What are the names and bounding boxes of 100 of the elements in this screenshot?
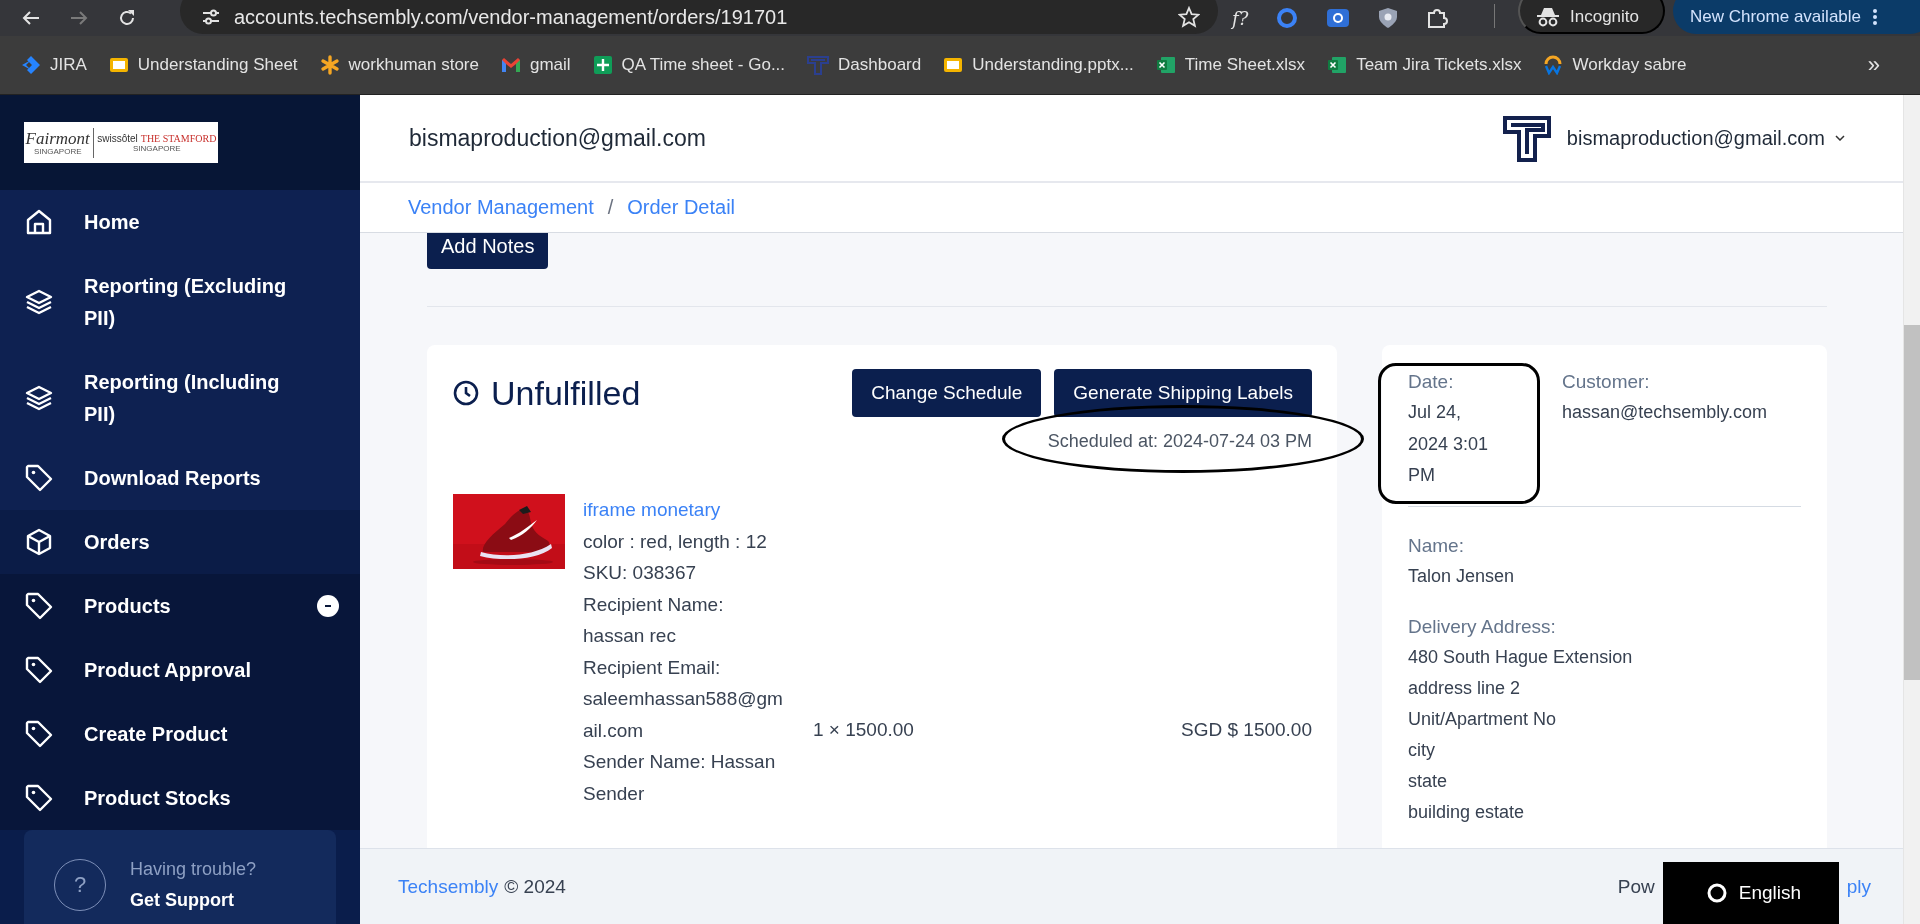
bookmark[interactable]: Understanding Sheet <box>108 55 298 75</box>
nav-item[interactable]: Product Stocks <box>0 766 360 830</box>
schedule-text: Scheduled at: 2024-07-24 03 PM <box>1047 431 1312 451</box>
field-value: Jul 24, 2024 3:01 PM <box>1408 401 1490 487</box>
address-line: address line 2 <box>1408 676 1522 700</box>
incognito-button[interactable]: Incognito <box>1518 0 1665 34</box>
spreadsheet-icon <box>1327 55 1348 75</box>
document-icon <box>108 55 129 75</box>
scrollbar[interactable] <box>1904 325 1920 680</box>
page-title: bismaproduction@gmail.com <box>409 124 707 152</box>
cube-icon <box>24 527 54 557</box>
address-line: Unit/Apartment No <box>1408 707 1558 731</box>
action-button[interactable]: Generate Shipping Labels <box>1054 369 1312 417</box>
product-detail: Recipient Email: saleemhassan588@gmail.com <box>583 655 783 743</box>
line-total: SGD $ 1500.00 <box>1181 718 1312 742</box>
document-icon <box>943 55 964 75</box>
tag-icon <box>24 463 54 493</box>
address-line: building estate <box>1408 800 1526 824</box>
bookmark[interactable]: gmail <box>500 55 571 75</box>
powered-by-text: Pow <box>1617 875 1655 898</box>
back-arrow-icon[interactable] <box>22 9 40 27</box>
reload-icon[interactable] <box>118 9 136 27</box>
product-detail: Sender Name: Hassan Sender <box>583 750 777 806</box>
extension-button[interactable]: f? <box>1232 7 1249 29</box>
arc-icon <box>1543 55 1564 75</box>
spreadsheet-icon <box>1155 55 1176 75</box>
logo-icon <box>807 55 830 75</box>
layers-icon <box>24 287 54 317</box>
nav-item[interactable]: Download Reports <box>0 446 360 510</box>
star-icon[interactable] <box>1178 6 1200 28</box>
field-label: Date: <box>1408 371 1455 393</box>
field-value: Talon Jensen <box>1408 564 1516 588</box>
tag-icon <box>24 591 54 621</box>
incognito-icon <box>1536 7 1560 27</box>
brand-name: THE STAMFORD <box>140 132 217 144</box>
breadcrumb-link[interactable]: Vendor Management <box>408 196 594 219</box>
support-link[interactable]: Get Support <box>130 890 257 911</box>
camera-icon[interactable] <box>1326 7 1351 29</box>
user-menu[interactable]: bismaproduction@gmail.com <box>1566 126 1845 150</box>
product-detail: color : red, length : 12 <box>583 529 768 554</box>
product-link[interactable]: iframe monetary <box>583 494 783 526</box>
action-button[interactable]: Change Schedule <box>852 369 1042 417</box>
status-heading: Unfulfilled <box>491 373 641 413</box>
clock-icon <box>453 380 479 406</box>
breadcrumb-separator: / <box>607 196 614 219</box>
quantity-text: 1 × 1500.00 <box>813 718 915 742</box>
bookmark[interactable]: Workday sabre <box>1543 55 1687 75</box>
address-line: 480 South Hague Extension <box>1408 645 1634 669</box>
field-label: Delivery Address: <box>1408 615 1557 638</box>
address-bar[interactable]: accounts.techsembly.com/vendor-management/orders/191701 <box>180 0 1218 34</box>
breadcrumb-link[interactable]: Order Detail <box>627 196 736 219</box>
tag-icon <box>24 783 54 813</box>
language-button[interactable]: English <box>1662 862 1839 924</box>
layers-icon <box>24 383 54 413</box>
nav-item[interactable]: Create Product <box>0 702 360 766</box>
more-bookmarks-button[interactable]: » <box>1861 51 1886 79</box>
update-button[interactable]: New Chrome available <box>1673 0 1920 34</box>
address-line: city <box>1408 738 1436 762</box>
brand-location: SINGAPORE <box>133 143 181 153</box>
bookmark[interactable]: Dashboard <box>807 55 922 75</box>
home-icon <box>24 207 54 237</box>
collapse-icon[interactable] <box>317 595 339 617</box>
ring-icon[interactable] <box>1276 7 1299 29</box>
bookmark[interactable]: QA Time sheet - Go... <box>592 55 786 75</box>
add-notes-button[interactable]: Add Notes <box>427 233 549 269</box>
spreadsheet-icon <box>592 55 613 75</box>
brand-name: swissôtel <box>97 132 138 144</box>
puzzle-icon[interactable] <box>1426 7 1449 29</box>
field-label: Customer: <box>1562 371 1651 393</box>
nav-item[interactable]: Product Approval <box>0 638 360 702</box>
nav-item[interactable]: Home <box>0 190 360 254</box>
asterisk-icon <box>319 55 340 75</box>
nav-item[interactable]: Reporting (Including PII) <box>0 350 360 446</box>
bookmark[interactable]: Time Sheet.xlsx <box>1155 55 1306 75</box>
mail-icon <box>500 57 521 73</box>
address-line: state <box>1408 769 1449 793</box>
bookmark[interactable]: workhuman store <box>319 55 479 75</box>
bookmark[interactable]: JIRA <box>21 55 87 75</box>
nav-item[interactable]: Products <box>0 574 360 638</box>
nav-item[interactable]: Reporting (Excluding PII) <box>0 254 360 350</box>
kebab-menu-icon <box>1873 9 1878 25</box>
field-label: Name: <box>1408 534 1465 557</box>
brand-location: SINGAPORE <box>33 146 82 156</box>
chevron-down-icon <box>1835 135 1845 141</box>
support-prompt: Having trouble? <box>130 859 257 880</box>
copyright-text: © 2024 <box>504 875 566 898</box>
bookmark[interactable]: Understanding.pptx... <box>943 55 1134 75</box>
field-value: hassan@techsembly.com <box>1562 401 1768 424</box>
chevrons-icon <box>21 55 41 75</box>
product-detail: Recipient Name: hassan rec <box>583 592 725 648</box>
ring-icon <box>1706 883 1727 903</box>
shield-icon[interactable] <box>1378 7 1399 29</box>
nav-item[interactable]: Orders <box>0 510 360 574</box>
product-detail: SKU: 038367 <box>583 561 698 585</box>
bookmark[interactable]: Team Jira Tickets.xlsx <box>1327 55 1522 75</box>
brand-name: Fairmont <box>25 129 90 147</box>
tag-icon <box>24 719 54 749</box>
url-text: accounts.techsembly.com/vendor-management/orders/191701 <box>234 5 789 29</box>
logo-icon <box>1502 114 1551 162</box>
sliders-icon[interactable] <box>202 9 220 25</box>
